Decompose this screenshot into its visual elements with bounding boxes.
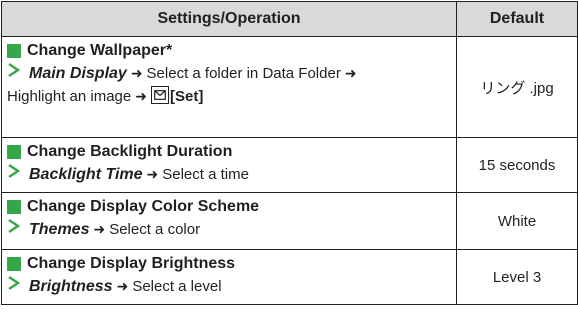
operation-steps-cont: Highlight an image ➜ [Set] (7, 85, 450, 108)
menu-name: Brightness (29, 278, 113, 295)
menu-name: Backlight Time (29, 166, 143, 183)
chevron-right-icon (7, 275, 21, 291)
operation-steps: Main Display ➜ Select a folder in Data Fol… (7, 62, 450, 85)
arrow-right-icon: ➜ (130, 65, 143, 81)
settings-table: Settings/Operation Default Change Wallpa… (1, 1, 578, 305)
setting-title-text: Change Display Color Scheme (27, 198, 260, 215)
setting-title: Change Display Brightness (7, 253, 450, 275)
setting-title: Change Backlight Duration (7, 141, 450, 163)
chevron-right-icon (7, 218, 21, 234)
menu-name: Themes (29, 221, 90, 238)
operation-cell: Change Display Color Scheme Themes ➜ Selec… (1, 192, 457, 250)
table-header-row: Settings/Operation Default (1, 1, 578, 37)
chevron-right-icon (7, 163, 21, 179)
step-text: Select a level (132, 278, 222, 295)
operation-cell: Change Display Brightness Brightness ➜ Sel… (1, 249, 457, 305)
arrow-right-icon: ➜ (116, 278, 129, 294)
operation-steps: Backlight Time ➜ Select a time (7, 163, 450, 186)
default-value: 15 seconds (456, 137, 578, 193)
column-header-settings: Settings/Operation (1, 1, 457, 37)
softkey-label: [Set] (169, 88, 204, 105)
setting-title: Change Wallpaper* (7, 40, 450, 62)
step-text: Highlight an image (7, 88, 132, 105)
setting-title-text: Change Display Brightness (27, 255, 236, 272)
mail-softkey-icon (150, 86, 169, 104)
step-text: Select a color (109, 221, 201, 238)
setting-title-text: Change Backlight Duration (27, 143, 233, 160)
default-value: リング .jpg (456, 36, 578, 138)
operation-steps: Themes ➜ Select a color (7, 218, 450, 241)
operation-steps: Brightness ➜ Select a level (7, 275, 450, 298)
green-square-icon (7, 200, 21, 214)
step-text: Select a folder in Data Folder (146, 65, 341, 82)
arrow-right-icon: ➜ (135, 88, 147, 104)
table-row: Change Backlight Duration Backlight Time… (1, 137, 578, 193)
table-row: Change Wallpaper* Main Display ➜ Select a … (1, 36, 578, 138)
setting-title-text: Change Wallpaper* (27, 42, 173, 59)
step-text: Select a time (162, 166, 249, 183)
operation-cell: Change Backlight Duration Backlight Time… (1, 137, 457, 193)
arrow-right-icon: ➜ (146, 166, 159, 182)
menu-name: Main Display (29, 65, 127, 82)
chevron-right-icon (7, 62, 21, 78)
green-square-icon (7, 145, 21, 159)
column-header-default: Default (456, 1, 578, 37)
setting-title: Change Display Color Scheme (7, 196, 450, 218)
arrow-right-icon: ➜ (93, 221, 106, 237)
arrow-right-icon: ➜ (344, 65, 357, 81)
default-value: Level 3 (456, 249, 578, 305)
operation-cell: Change Wallpaper* Main Display ➜ Select a … (1, 36, 457, 138)
green-square-icon (7, 257, 21, 271)
table-row: Change Display Color Scheme Themes ➜ Selec… (1, 192, 578, 250)
table-row: Change Display Brightness Brightness ➜ Sel… (1, 249, 578, 305)
default-value: White (456, 192, 578, 250)
green-square-icon (7, 44, 21, 58)
